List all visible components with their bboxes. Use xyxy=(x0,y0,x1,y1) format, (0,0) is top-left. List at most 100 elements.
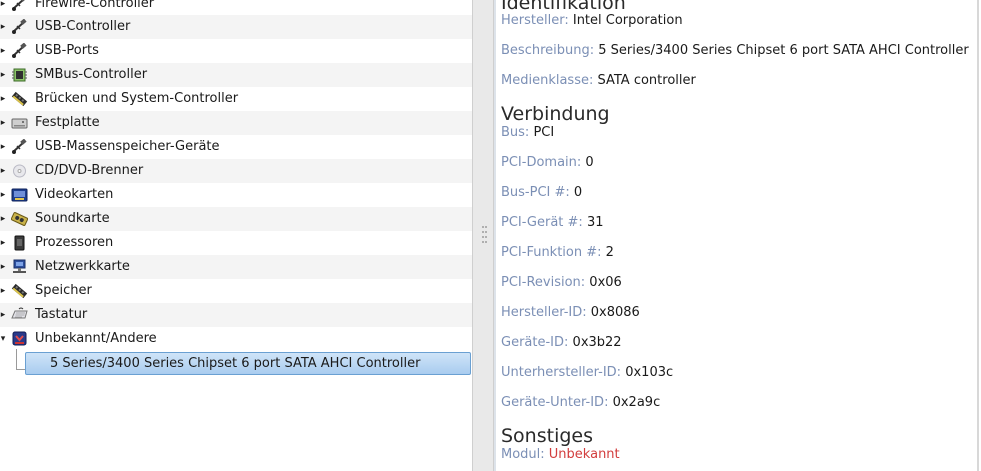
property-key: Geräte-Unter-ID: xyxy=(501,395,609,410)
tree-item-label: 5 Series/3400 Series Chipset 6 port SATA… xyxy=(50,356,421,371)
property-modul: Modul: Unbekannt xyxy=(501,447,620,463)
property-value: 0x2a9c xyxy=(612,395,661,410)
tree-item-label: USB-Controller xyxy=(35,19,131,34)
expander-collapsed-icon[interactable]: ▸ xyxy=(0,15,7,39)
property-value: SATA controller xyxy=(597,73,696,88)
expander-collapsed-icon[interactable]: ▸ xyxy=(0,303,7,327)
network-card-icon xyxy=(11,259,28,275)
property-pci-revision: PCI-Revision: 0x06 xyxy=(501,275,622,291)
expander-collapsed-icon[interactable]: ▸ xyxy=(0,231,7,255)
grip-dot xyxy=(485,236,487,238)
tree-item-label: Brücken und System-Controller xyxy=(35,91,239,106)
tree-item-soundkarte[interactable]: ▸ Soundkarte xyxy=(0,207,472,231)
property-value: 5 Series/3400 Series Chipset 6 port SATA… xyxy=(598,43,969,58)
tree-item-label: USB-Ports xyxy=(35,43,99,58)
tree-item-cd-dvd-brenner[interactable]: ▸ CD/DVD-Brenner xyxy=(0,159,472,183)
expander-collapsed-icon[interactable]: ▸ xyxy=(0,63,7,87)
property-hersteller-id: Hersteller-ID: 0x8086 xyxy=(501,305,640,321)
expander-collapsed-icon[interactable]: ▸ xyxy=(0,207,7,231)
tree-item-usb-ports[interactable]: ▸ USB-Ports xyxy=(0,39,472,63)
property-key: Modul: xyxy=(501,447,545,462)
sound-card-icon xyxy=(11,211,28,227)
tree-item-speicher[interactable]: ▸ Speicher xyxy=(0,279,472,303)
property-medienklasse: Medienklasse: SATA controller xyxy=(501,73,696,89)
tree-item-label: USB-Massenspeicher-Geräte xyxy=(35,139,220,154)
property-key: Geräte-ID: xyxy=(501,335,569,350)
video-card-icon xyxy=(11,187,28,203)
property-key: Medienklasse: xyxy=(501,73,594,88)
tree-item-prozessoren[interactable]: ▸ Prozessoren xyxy=(0,231,472,255)
expander-collapsed-icon[interactable]: ▸ xyxy=(0,279,7,303)
property-bus: Bus: PCI xyxy=(501,125,554,141)
tree-item-label: Unbekannt/Andere xyxy=(35,331,157,346)
property-unterhersteller-id: Unterhersteller-ID: 0x103c xyxy=(501,365,673,381)
grip-dot xyxy=(482,231,484,233)
device-tree[interactable]: ▸ Firewire-Controller ▸ USB-Controller ▸… xyxy=(0,0,472,471)
tree-item-unbekannt-andere[interactable]: ▾ Unbekannt/Andere xyxy=(0,327,472,351)
property-key: Hersteller-ID: xyxy=(501,305,587,320)
expander-collapsed-icon[interactable]: ▸ xyxy=(0,39,7,63)
property-key: Bus-PCI #: xyxy=(501,185,570,200)
unknown-device-icon xyxy=(11,331,28,347)
property-value: 0x06 xyxy=(589,275,622,290)
expander-collapsed-icon[interactable]: ▸ xyxy=(0,0,7,16)
tree-item-firewire-controller[interactable]: ▸ Firewire-Controller xyxy=(0,0,472,16)
property-key: Hersteller: xyxy=(501,13,569,28)
smbus-chip-icon xyxy=(11,67,28,83)
property-value: 0x8086 xyxy=(590,305,640,320)
tree-item-festplatte[interactable]: ▸ Festplatte xyxy=(0,111,472,135)
tree-item-selected-sata-controller[interactable]: 5 Series/3400 Series Chipset 6 port SATA… xyxy=(25,352,471,375)
expander-collapsed-icon[interactable]: ▸ xyxy=(0,111,7,135)
expander-collapsed-icon[interactable]: ▸ xyxy=(0,87,7,111)
tree-item-label: CD/DVD-Brenner xyxy=(35,163,144,178)
tree-item-label: Firewire-Controller xyxy=(35,0,155,11)
property-key: Bus: xyxy=(501,125,530,140)
grip-dot xyxy=(485,231,487,233)
property-pci-domain: PCI-Domain: 0 xyxy=(501,155,594,171)
property-value: 0x3b22 xyxy=(572,335,622,350)
property-hersteller: Hersteller: Intel Corporation xyxy=(501,13,683,29)
tree-item-usb-massenspeicher[interactable]: ▸ USB-Massenspeicher-Geräte xyxy=(0,135,472,159)
property-value: Intel Corporation xyxy=(572,13,683,28)
property-value: 0 xyxy=(573,185,583,200)
details-pane-border xyxy=(494,0,496,471)
property-value-warning: Unbekannt xyxy=(548,447,620,462)
usb-plug-icon xyxy=(11,19,28,35)
grip-dot xyxy=(482,236,484,238)
memory-module-icon xyxy=(11,91,28,107)
expander-collapsed-icon[interactable]: ▸ xyxy=(0,255,7,279)
usb-plug-icon xyxy=(11,43,28,59)
grip-dot xyxy=(485,226,487,228)
property-value: 31 xyxy=(586,215,604,230)
tree-item-bruecken-system-controller[interactable]: ▸ Brücken und System-Controller xyxy=(0,87,472,111)
property-beschreibung: Beschreibung: 5 Series/3400 Series Chips… xyxy=(501,43,969,59)
keyboard-icon xyxy=(11,307,28,323)
usb-plug-icon xyxy=(11,0,28,12)
tree-item-usb-controller[interactable]: ▸ USB-Controller xyxy=(0,15,472,39)
tree-item-label: Tastatur xyxy=(35,307,88,322)
pane-splitter-handle[interactable] xyxy=(472,0,494,471)
property-geraete-id: Geräte-ID: 0x3b22 xyxy=(501,335,622,351)
expander-collapsed-icon[interactable]: ▸ xyxy=(0,135,7,159)
property-value: 0x103c xyxy=(625,365,674,380)
property-value: 2 xyxy=(605,245,614,260)
property-key: Unterhersteller-ID: xyxy=(501,365,622,380)
tree-item-tastatur[interactable]: ▸ Tastatur xyxy=(0,303,472,327)
tree-item-videokarten[interactable]: ▸ Videokarten xyxy=(0,183,472,207)
tree-item-label: Netzwerkkarte xyxy=(35,259,130,274)
memory-module-icon xyxy=(11,283,28,299)
details-pane-edge xyxy=(977,0,979,471)
tree-item-label: SMBus-Controller xyxy=(35,67,148,82)
tree-item-smbus-controller[interactable]: ▸ SMBus-Controller xyxy=(0,63,472,87)
optical-disc-icon xyxy=(11,163,28,179)
tree-item-label: Soundkarte xyxy=(35,211,110,226)
property-pci-funktion: PCI-Funktion #: 2 xyxy=(501,245,614,261)
tree-item-netzwerkkarte[interactable]: ▸ Netzwerkkarte xyxy=(0,255,472,279)
tree-guide-line xyxy=(16,349,17,369)
expander-collapsed-icon[interactable]: ▸ xyxy=(0,159,7,183)
hard-disk-icon xyxy=(11,115,28,131)
grip-dot xyxy=(482,241,484,243)
expander-expanded-icon[interactable]: ▾ xyxy=(0,327,7,351)
property-key: PCI-Domain: xyxy=(501,155,582,170)
expander-collapsed-icon[interactable]: ▸ xyxy=(0,183,7,207)
